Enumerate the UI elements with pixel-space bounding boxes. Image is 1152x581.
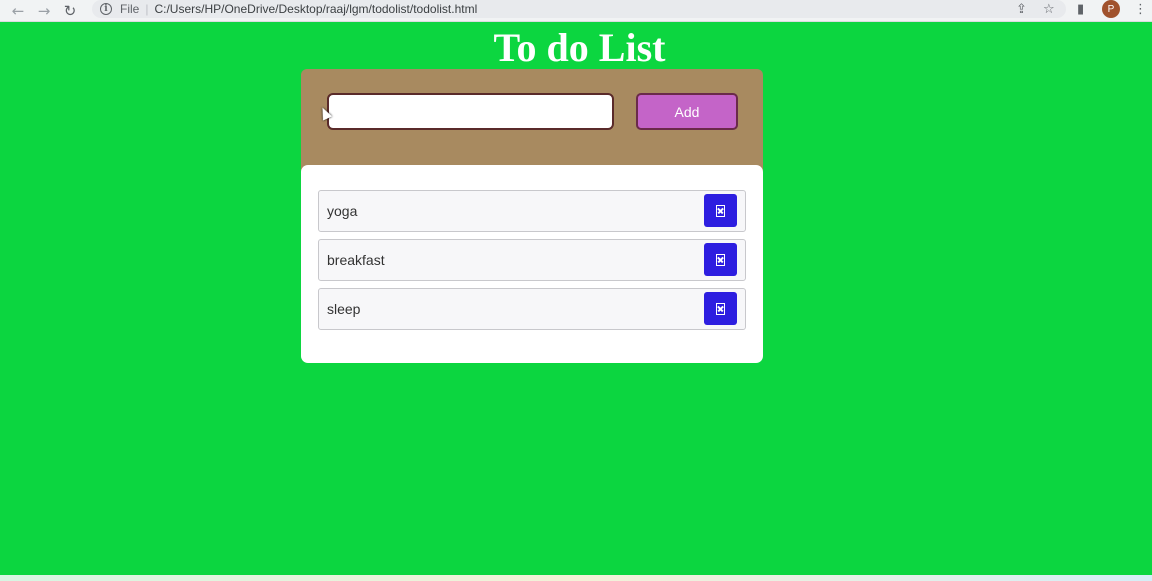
delete-icon [716,253,725,266]
todo-text: breakfast [327,252,385,268]
reload-icon[interactable]: ↻ [57,0,83,22]
url-text[interactable]: C:/Users/HP/OneDrive/Desktop/raaj/lgm/to… [154,2,477,16]
taskbar-strip [0,575,1152,581]
delete-button[interactable] [704,292,737,325]
page-title: To do List [493,25,666,70]
avatar[interactable]: P [1102,0,1120,18]
list-item: breakfast [318,239,746,281]
delete-button[interactable] [704,194,737,227]
task-input[interactable] [327,93,614,130]
forward-arrow-icon[interactable]: → [31,0,57,22]
todo-list: yoga breakfast sleep [301,165,763,363]
info-icon[interactable]: i [100,3,112,15]
input-panel: Add [301,69,763,174]
scheme-label: File [120,2,140,16]
address-bar[interactable]: i File | C:/Users/HP/OneDrive/Desktop/ra… [92,0,1066,18]
delete-icon [716,204,725,217]
browser-toolbar: ← → ↻ i File | C:/Users/HP/OneDrive/Desk… [0,0,1152,22]
side-panel-icon[interactable]: ▮ [1077,0,1084,18]
list-item: sleep [318,288,746,330]
delete-icon [716,302,725,315]
kebab-menu-icon[interactable]: ⋮ [1134,0,1147,18]
add-button[interactable]: Add [636,93,738,130]
list-item: yoga [318,190,746,232]
address-separator: | [145,2,149,16]
todo-text: yoga [327,203,358,219]
star-icon[interactable]: ☆ [1043,0,1055,18]
delete-button[interactable] [704,243,737,276]
back-arrow-icon[interactable]: ← [5,0,31,22]
todo-text: sleep [327,301,361,317]
share-icon[interactable]: ⇪ [1016,0,1027,18]
